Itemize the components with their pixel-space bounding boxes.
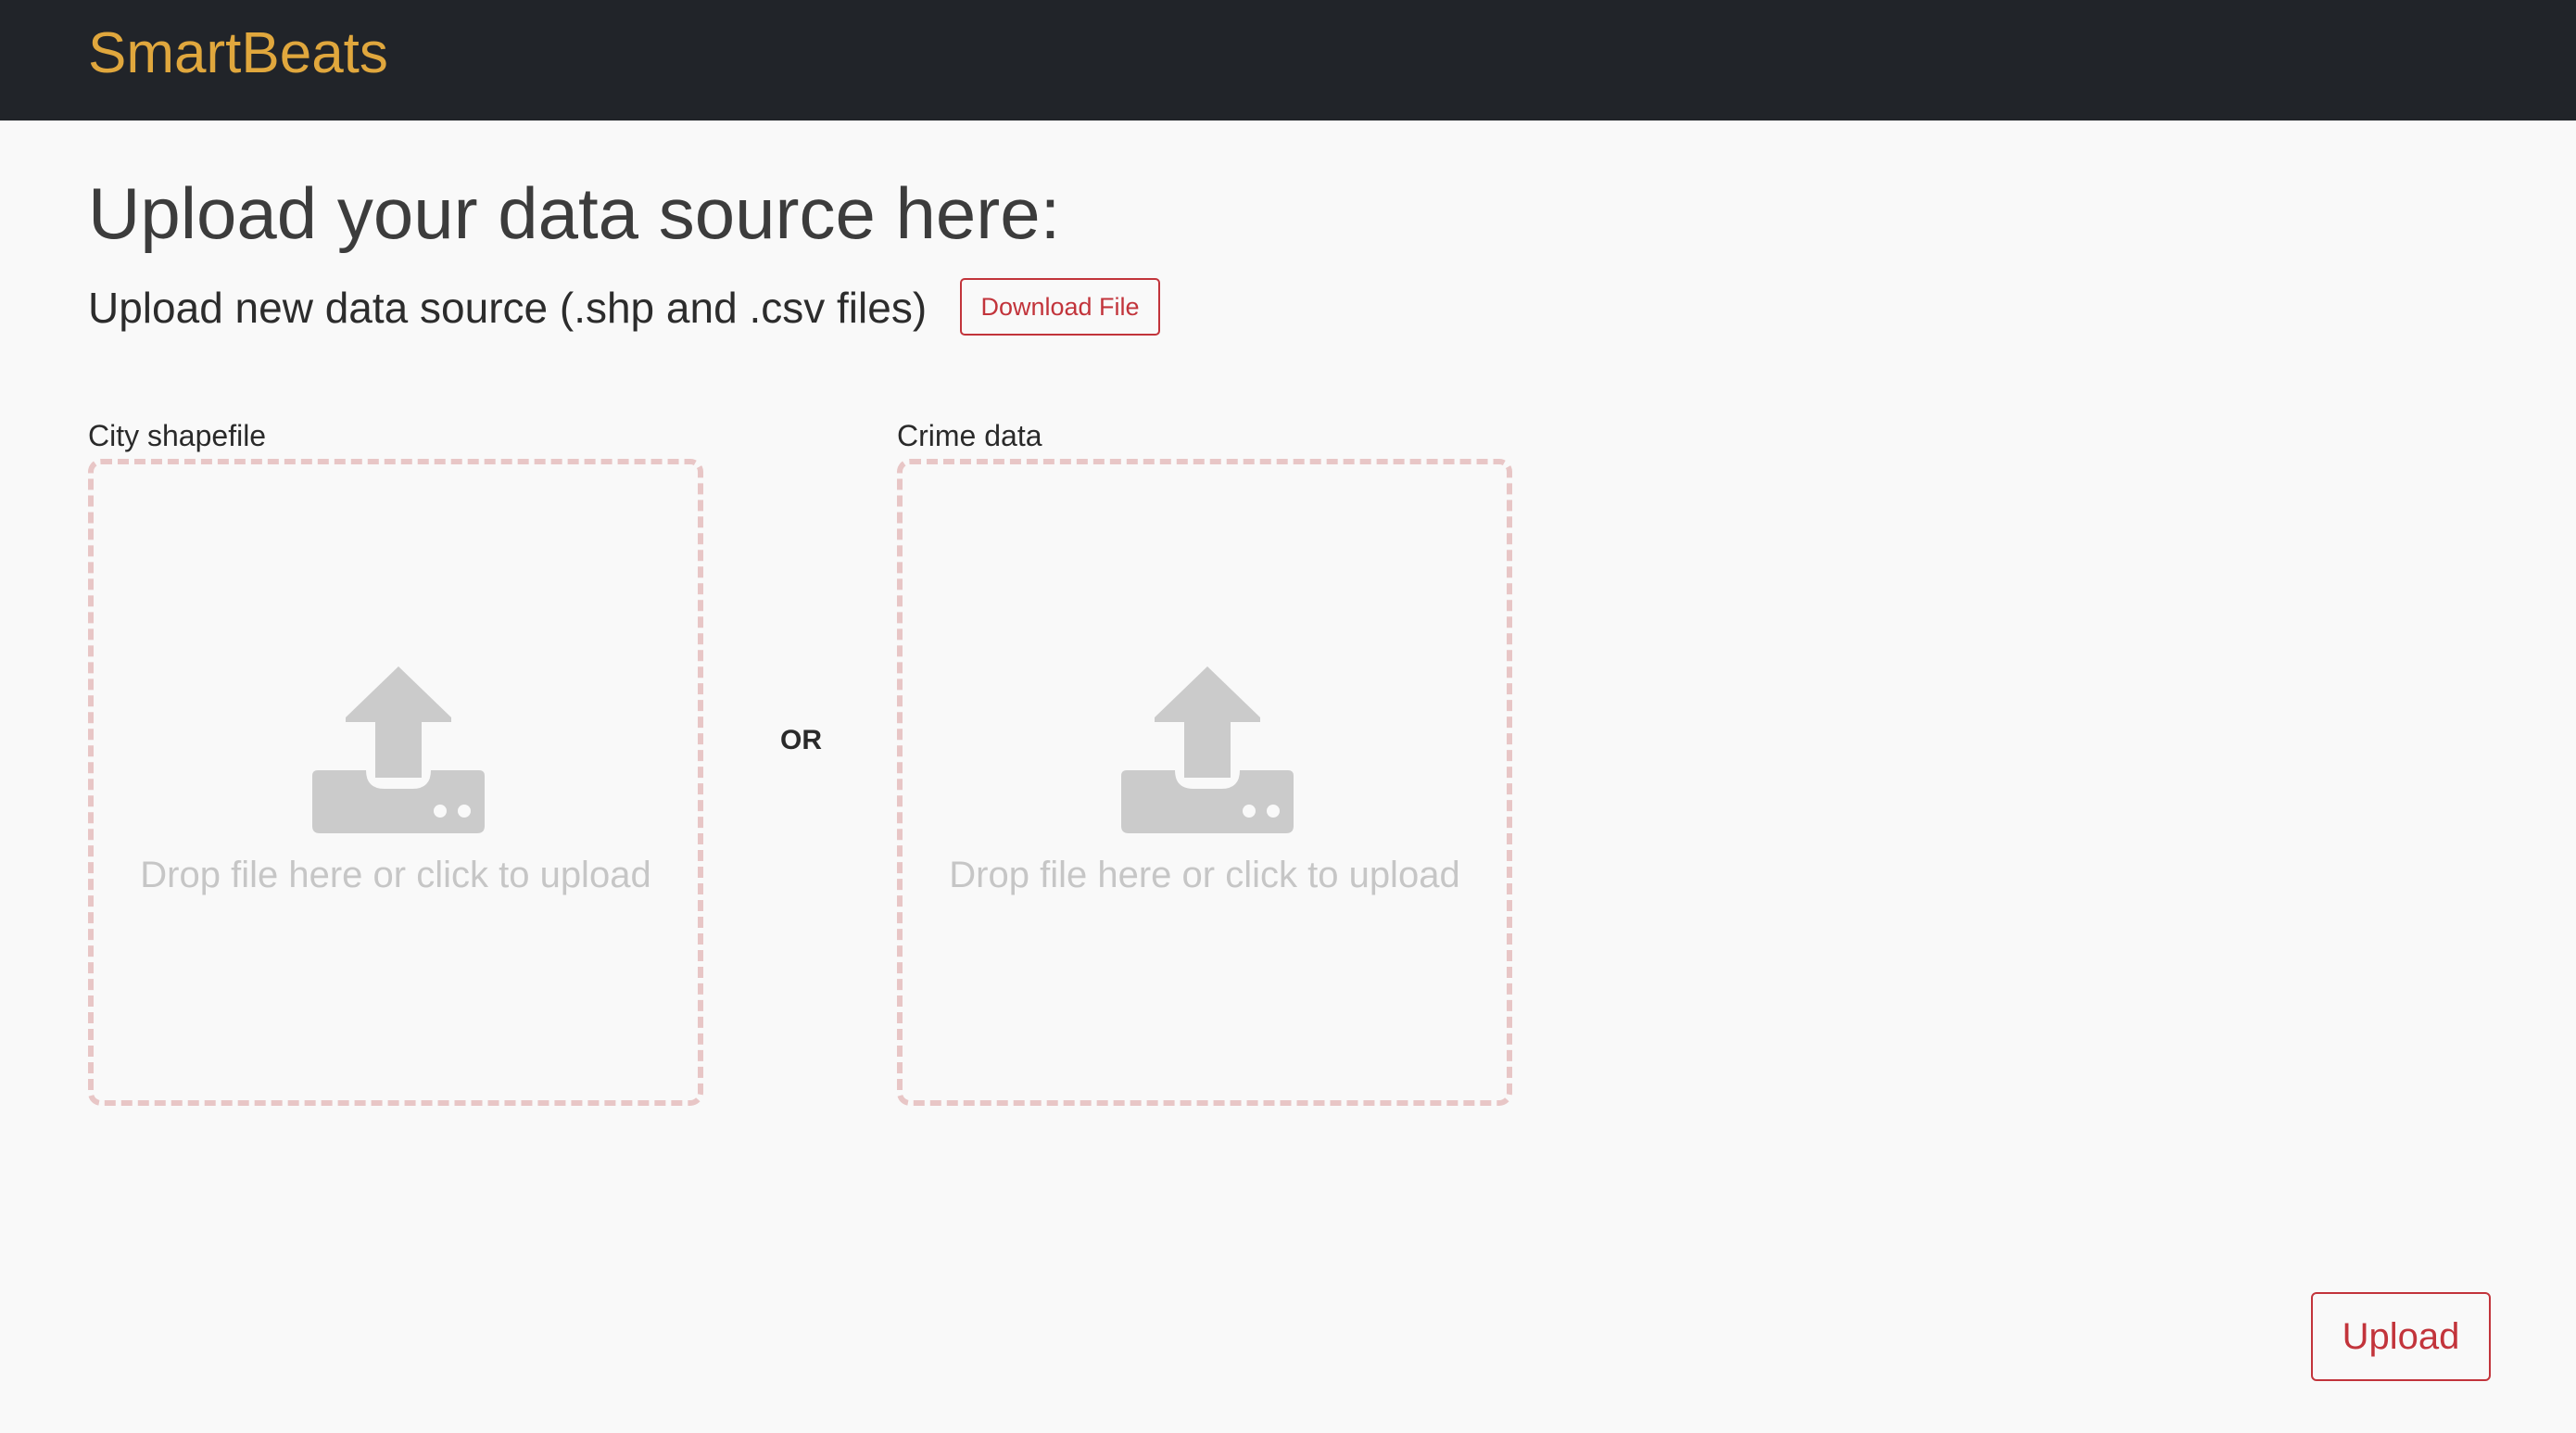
navbar: SmartBeats [0,0,2576,120]
download-file-button[interactable]: Download File [960,278,1160,336]
upload-icon [312,666,485,833]
upload-icon [1121,666,1294,833]
crime-data-label: Crime data [897,419,1042,452]
or-separator: OR [780,725,822,755]
crime-data-prompt: Drop file here or click to upload [949,855,1460,895]
city-shapefile-label: City shapefile [88,419,267,452]
city-shapefile-prompt: Drop file here or click to upload [140,855,651,895]
page-title: Upload your data source here: [88,172,1061,254]
crime-data-dropzone[interactable]: Drop file here or click to upload [897,459,1512,1106]
brand-logo[interactable]: SmartBeats [88,17,388,91]
page-subtitle: Upload new data source (.shp and .csv fi… [88,284,928,332]
city-shapefile-dropzone[interactable]: Drop file here or click to upload [88,459,703,1106]
upload-button[interactable]: Upload [2311,1292,2491,1381]
